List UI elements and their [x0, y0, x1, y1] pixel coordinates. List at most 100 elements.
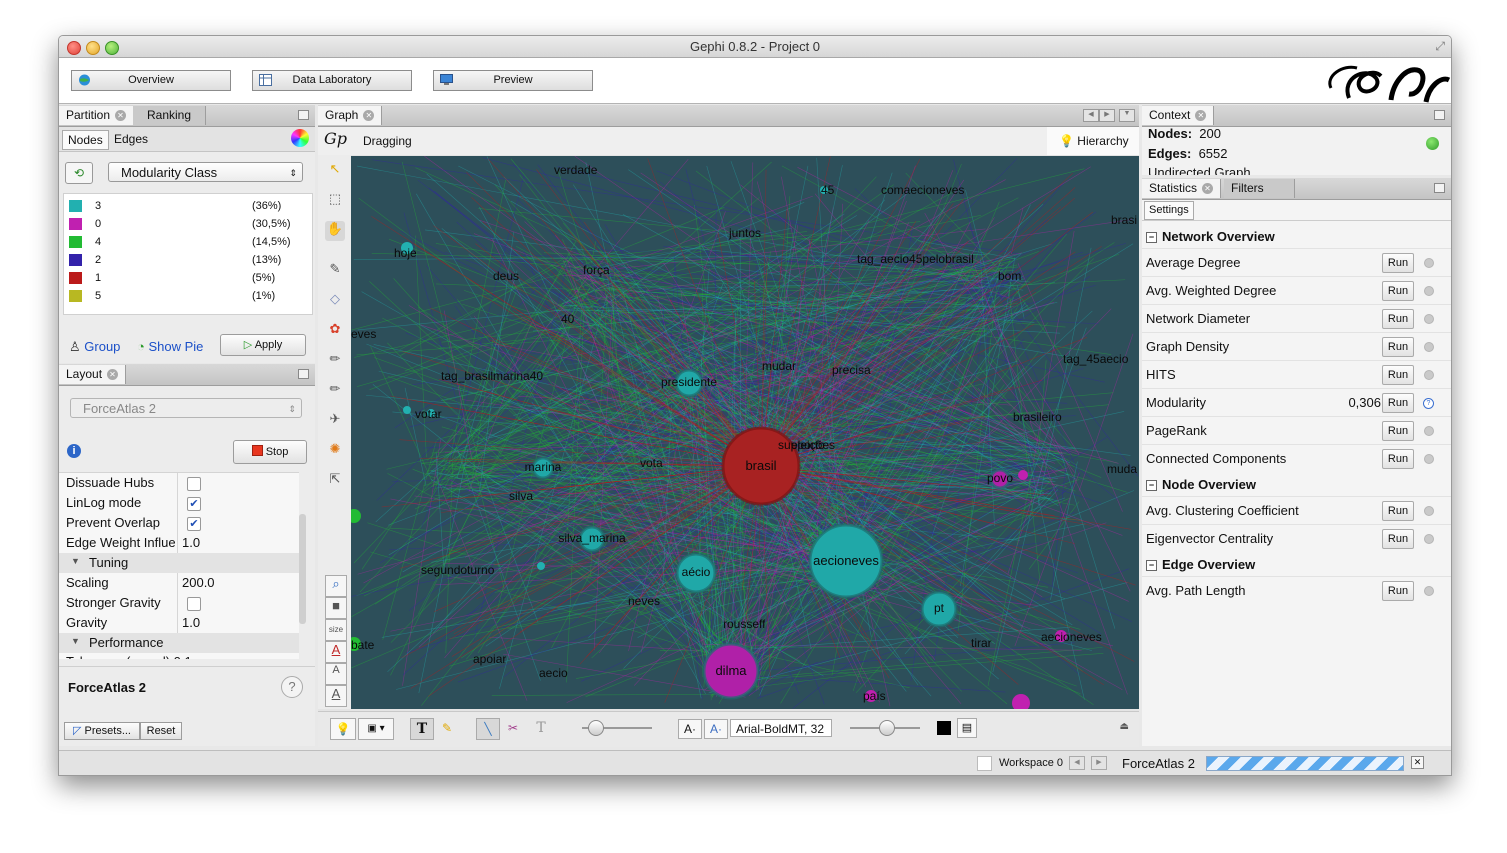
- property-checkbox[interactable]: ✔: [187, 517, 201, 531]
- property-value[interactable]: 1.0: [182, 615, 200, 630]
- scroll-left-icon[interactable]: ◀: [1083, 109, 1099, 122]
- partition-color-swatch[interactable]: [69, 200, 82, 212]
- lightbulb-icon[interactable]: 💡: [330, 718, 356, 740]
- font-color-icon[interactable]: A: [325, 641, 347, 663]
- select-arrow-icon[interactable]: ↖: [325, 161, 345, 181]
- partition-attribute-select[interactable]: Modularity Class ⇕: [108, 162, 303, 182]
- minimize-panel-icon[interactable]: [298, 369, 309, 379]
- tab-partition[interactable]: Partition ✕: [59, 106, 135, 125]
- font-selector[interactable]: Arial-BoldMT, 32: [730, 719, 832, 737]
- tab-context[interactable]: Context ✕: [1142, 106, 1215, 125]
- subtab-nodes[interactable]: Nodes: [62, 130, 109, 150]
- tab-menu-icon[interactable]: ▼: [1119, 109, 1135, 122]
- edit-pointer-icon[interactable]: ⇱: [325, 471, 345, 491]
- help-button[interactable]: ?: [281, 676, 303, 698]
- overview-button[interactable]: Overview: [71, 70, 231, 91]
- collapse-icon[interactable]: −: [1146, 232, 1157, 244]
- pencil-node-icon[interactable]: ✏: [325, 351, 345, 371]
- label-size-icon[interactable]: A·: [704, 719, 728, 739]
- show-pie-link[interactable]: ◔ Show Pie: [137, 339, 203, 354]
- run-button[interactable]: Run: [1382, 253, 1414, 273]
- scroll-right-icon[interactable]: ▶: [1099, 109, 1115, 122]
- tab-filters[interactable]: Filters: [1224, 179, 1295, 198]
- next-workspace-icon[interactable]: ▶: [1091, 756, 1107, 770]
- brush-icon[interactable]: ✎: [325, 261, 345, 281]
- cancel-task-icon[interactable]: ✕: [1411, 756, 1424, 769]
- minimize-panel-icon[interactable]: [1434, 183, 1445, 193]
- font-size-icon[interactable]: A·: [678, 719, 702, 739]
- settings-button[interactable]: Settings: [1144, 201, 1194, 220]
- preview-button[interactable]: Preview: [433, 70, 593, 91]
- presets-button[interactable]: ◸ Presets...: [64, 722, 140, 740]
- reset-button[interactable]: Reset: [140, 722, 182, 740]
- close-tab-icon[interactable]: ✕: [1195, 110, 1207, 122]
- property-checkbox[interactable]: [187, 477, 201, 491]
- run-button[interactable]: Run: [1382, 281, 1414, 301]
- close-tab-icon[interactable]: ✕: [1202, 183, 1214, 195]
- expand-toolbar-icon[interactable]: ⏏: [1120, 721, 1129, 732]
- close-tab-icon[interactable]: ✕: [107, 369, 119, 381]
- label-color-swatch[interactable]: [937, 721, 951, 735]
- data-laboratory-button[interactable]: Data Laboratory: [252, 70, 412, 91]
- property-group-header[interactable]: ▼ Performance: [59, 633, 299, 653]
- report-icon[interactable]: ?: [1423, 398, 1434, 409]
- shortest-path-icon[interactable]: ✈: [325, 411, 345, 431]
- label-attributes-icon[interactable]: ▤: [957, 718, 977, 738]
- statistics-section-header[interactable]: − Edge Overview: [1146, 557, 1255, 572]
- statistics-section-header[interactable]: − Node Overview: [1146, 477, 1256, 492]
- rectangle-select-icon[interactable]: ⬚: [325, 191, 345, 211]
- run-button[interactable]: Run: [1382, 365, 1414, 385]
- show-edges-icon[interactable]: ╲: [476, 718, 500, 740]
- font-size-down-icon[interactable]: A: [325, 663, 347, 685]
- partition-color-swatch[interactable]: [69, 236, 82, 248]
- partition-item[interactable]: 2 (13%): [64, 252, 310, 270]
- color-palette-icon[interactable]: [291, 129, 309, 147]
- zoom-fit-icon[interactable]: ⌕: [325, 575, 347, 597]
- subtab-edges[interactable]: Edges: [109, 130, 153, 148]
- edge-scale-thumb[interactable]: [588, 720, 604, 736]
- label-color-icon[interactable]: ✎: [436, 718, 458, 738]
- partition-color-swatch[interactable]: [69, 218, 82, 230]
- partition-item[interactable]: 0 (30,5%): [64, 216, 310, 234]
- fullscreen-icon[interactable]: ⤢: [1435, 39, 1445, 54]
- color-painter-icon[interactable]: ✿: [325, 321, 345, 341]
- tab-statistics[interactable]: Statistics ✕: [1142, 179, 1222, 198]
- apply-button[interactable]: ▷ Apply: [220, 334, 306, 356]
- partition-color-swatch[interactable]: [69, 254, 82, 266]
- info-icon[interactable]: i: [67, 444, 81, 458]
- size-icon[interactable]: size: [325, 619, 347, 641]
- property-group-header[interactable]: ▼ Tuning: [59, 553, 299, 573]
- refresh-icon[interactable]: ⟲: [65, 162, 93, 184]
- partition-item[interactable]: 5 (1%): [64, 288, 310, 306]
- close-tab-icon[interactable]: ✕: [363, 110, 375, 122]
- close-tab-icon[interactable]: ✕: [115, 110, 127, 122]
- partition-color-swatch[interactable]: [69, 272, 82, 284]
- background-color-icon[interactable]: ■: [325, 597, 347, 619]
- property-value[interactable]: 200.0: [182, 575, 215, 590]
- property-checkbox[interactable]: ✔: [187, 497, 201, 511]
- label-size-thumb[interactable]: [879, 720, 895, 736]
- run-button[interactable]: Run: [1382, 449, 1414, 469]
- group-link[interactable]: ♙ Group: [69, 339, 120, 355]
- diamond-icon[interactable]: ◇: [325, 291, 345, 311]
- edge-labels-icon[interactable]: T: [530, 718, 552, 738]
- tab-layout[interactable]: Layout ✕: [59, 365, 127, 384]
- drag-hand-icon[interactable]: ✋: [325, 221, 345, 241]
- properties-scrollbar[interactable]: [299, 514, 306, 624]
- run-button[interactable]: Run: [1382, 393, 1414, 413]
- prev-workspace-icon[interactable]: ◀: [1069, 756, 1085, 770]
- screenshot-icon[interactable]: ▣ ▾: [358, 718, 394, 740]
- run-button[interactable]: Run: [1382, 581, 1414, 601]
- collapse-icon[interactable]: −: [1146, 480, 1157, 492]
- minimize-panel-icon[interactable]: [1434, 110, 1445, 120]
- run-button[interactable]: Run: [1382, 337, 1414, 357]
- pencil-edge-icon[interactable]: ✏: [325, 381, 345, 401]
- run-button[interactable]: Run: [1382, 501, 1414, 521]
- property-value[interactable]: 1.0: [182, 535, 200, 550]
- show-node-labels-icon[interactable]: T: [410, 718, 434, 740]
- graph-canvas[interactable]: brasil aecioneves dilma aécio pt presidente si…: [351, 156, 1139, 709]
- collapse-icon[interactable]: −: [1146, 560, 1157, 572]
- run-button[interactable]: Run: [1382, 421, 1414, 441]
- partition-item[interactable]: 4 (14,5%): [64, 234, 310, 252]
- partition-item[interactable]: 3 (36%): [64, 198, 310, 216]
